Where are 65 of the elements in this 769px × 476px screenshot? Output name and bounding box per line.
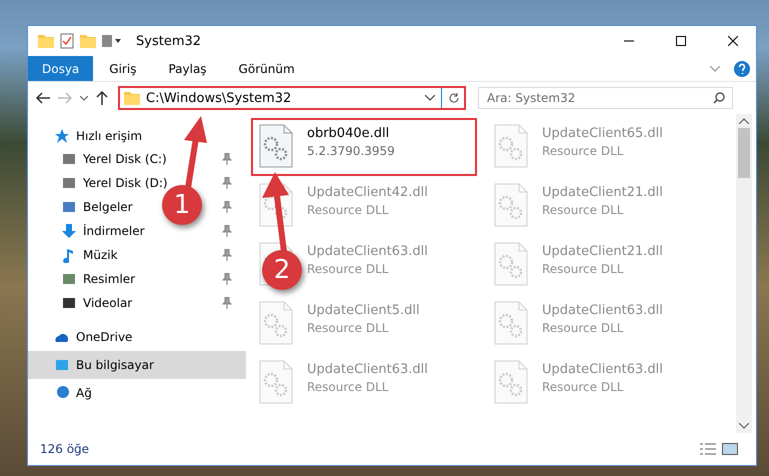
item-count: 126 öğe [40,442,90,456]
up-arrow-icon[interactable] [94,89,110,107]
address-field[interactable]: C:\Windows\System32 [118,86,466,110]
scroll-down-icon[interactable] [739,423,749,429]
toolbar-dropdown-icon[interactable] [102,35,124,47]
download-arrow-icon [61,223,77,239]
file-version: Resource DLL [542,203,624,217]
chevron-down-icon[interactable] [425,95,435,101]
close-icon[interactable] [728,36,738,46]
scrollbar-thumb[interactable] [738,128,750,178]
nav-item[interactable]: Videolar [28,291,136,315]
window-title: System32 [136,34,202,48]
pin-icon [222,249,232,261]
dll-file-icon [494,183,528,227]
ribbon-tab[interactable]: Giriş [93,56,152,81]
star-icon [54,128,70,144]
dll-file-icon [259,301,293,345]
file-version: Resource DLL [307,380,390,394]
dll-file-icon [494,360,528,404]
nav-item[interactable]: Müzik [28,243,122,267]
ribbon-tab[interactable]: Paylaş [152,56,223,81]
file-version: Resource DLL [542,144,624,158]
pin-icon [222,153,232,165]
nav-item[interactable]: OneDrive [28,323,136,351]
file-version: Resource DLL [307,321,390,335]
properties-icon [60,33,74,49]
file-version: Resource DLL [307,262,390,276]
pin-icon [222,225,232,237]
file-version: Resource DLL [542,262,624,276]
new-folder-icon [80,34,96,48]
nav-item[interactable]: Resimler [28,267,140,291]
ribbon-tab[interactable]: Dosya [28,56,94,81]
dll-file-icon [259,360,293,404]
nav-item[interactable]: Yerel Disk (C:) [28,147,171,171]
nav-item[interactable]: Bu bilgisayar [28,351,246,379]
file-version: 5.2.3790.3959 [307,144,395,158]
dll-file-icon [259,124,293,168]
nav-item[interactable]: Hızlı erişim [28,124,146,147]
large-icons-view-icon[interactable] [722,443,738,455]
ribbon-tab[interactable]: Görünüm [222,56,311,81]
nav-item[interactable]: Belgeler [28,195,137,219]
dll-file-icon [494,124,528,168]
help-icon[interactable] [734,60,750,76]
scroll-up-icon[interactable] [739,118,749,124]
recent-dropdown-icon[interactable] [78,94,90,102]
scrollbar[interactable] [736,114,752,433]
back-arrow-icon[interactable] [34,90,52,106]
pin-icon [222,201,232,213]
file-name[interactable]: obrb040e.dll [307,126,395,141]
dll-file-icon [494,301,528,345]
file-version: Resource DLL [307,203,390,217]
dll-file-icon [494,242,528,286]
maximize-icon[interactable] [676,36,686,46]
search-field[interactable]: Ara: System32 [478,87,733,109]
pin-icon [222,177,232,189]
folder-icon [124,91,140,105]
pin-icon [222,297,232,309]
file-version: Resource DLL [542,321,624,335]
refresh-icon[interactable] [448,92,460,104]
folder-icon [38,34,54,48]
nav-item[interactable]: Ağ [28,379,96,407]
file-version: Resource DLL [542,380,624,394]
nav-item[interactable]: İndirmeler [28,219,149,243]
pin-icon [222,273,232,285]
details-view-icon[interactable] [700,443,716,455]
